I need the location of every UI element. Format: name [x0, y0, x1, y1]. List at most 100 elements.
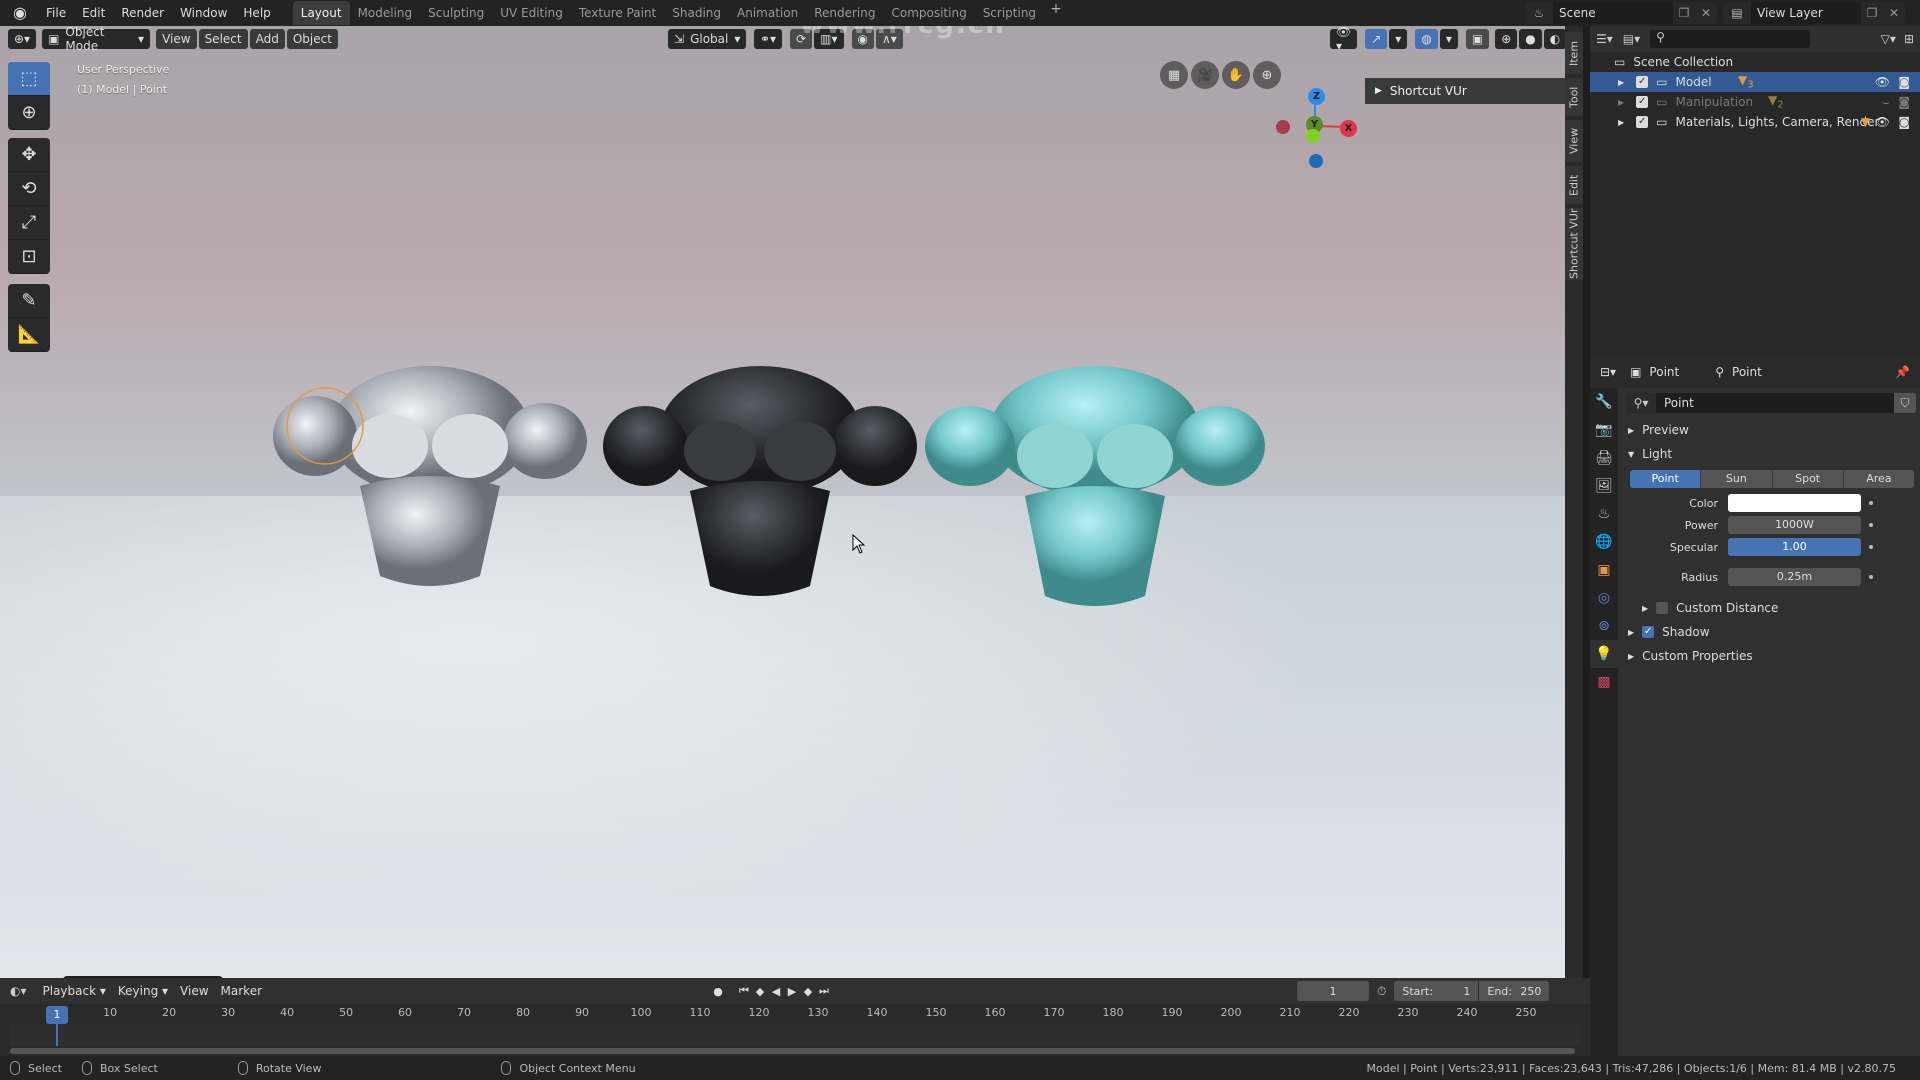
pan-view-hand-icon[interactable]: ✋: [1222, 61, 1250, 89]
add-workspace-button[interactable]: +: [1044, 1, 1068, 25]
menu-render[interactable]: Render: [113, 0, 172, 26]
expand-arrow-icon[interactable]: ▶: [1618, 78, 1624, 87]
menu-help[interactable]: Help: [235, 0, 278, 26]
tool-tab-icon[interactable]: 🔧: [1590, 388, 1618, 416]
render-tab-icon[interactable]: 📷: [1590, 416, 1618, 444]
display-mode-icon[interactable]: ▤▾: [1623, 32, 1640, 46]
auto-keying-record-icon[interactable]: ●: [710, 985, 726, 998]
timeline-editor-type-icon[interactable]: ◐▾: [10, 984, 27, 998]
sidebar-tab-view[interactable]: View: [1565, 120, 1583, 162]
preview-panel-header[interactable]: ▶ Preview: [1622, 418, 1920, 442]
jump-to-start-icon[interactable]: ⏮: [736, 984, 752, 998]
annotate-tool-icon[interactable]: ✎: [8, 284, 50, 318]
camera-render-icon[interactable]: ◙: [1898, 95, 1910, 109]
tab-compositing[interactable]: Compositing: [883, 1, 974, 25]
light-type-area[interactable]: Area: [1843, 470, 1914, 488]
exclude-checkbox[interactable]: ✓: [1636, 76, 1649, 88]
new-scene-icon[interactable]: ❐: [1673, 6, 1695, 20]
playback-menu[interactable]: Playback ▾: [37, 984, 112, 998]
output-tab-icon[interactable]: 🖨: [1590, 444, 1618, 472]
new-collection-icon[interactable]: ⊞: [1904, 32, 1914, 46]
view-layer-icon[interactable]: ▤: [1723, 6, 1751, 20]
pivot-point-dropdown[interactable]: ⚭▾: [754, 29, 783, 49]
marker-menu[interactable]: Marker: [215, 984, 268, 998]
select-menu[interactable]: Select: [198, 29, 248, 49]
exclude-checkbox[interactable]: ✓: [1636, 96, 1649, 108]
light-data-tab-icon[interactable]: 💡: [1590, 640, 1618, 668]
wireframe-shading-button[interactable]: ⊕: [1495, 29, 1518, 49]
tab-animation[interactable]: Animation: [729, 1, 806, 25]
timeline-track-area[interactable]: [10, 1024, 1580, 1046]
scene-tab-icon[interactable]: ♨: [1590, 500, 1618, 528]
custom-properties-panel-header[interactable]: ▶ Custom Properties: [1622, 644, 1920, 668]
expand-arrow-icon[interactable]: ▶: [1618, 118, 1624, 127]
gizmo-toggle[interactable]: ↗: [1365, 29, 1388, 49]
constraints-tab-icon[interactable]: ⊚: [1590, 612, 1618, 640]
pin-icon[interactable]: 📌: [1895, 365, 1910, 379]
camera-view-icon[interactable]: 🎥: [1191, 61, 1219, 89]
gizmo-neg-z-axis[interactable]: [1309, 154, 1323, 168]
tab-scripting[interactable]: Scripting: [975, 1, 1044, 25]
add-menu[interactable]: Add: [249, 29, 285, 49]
timeline-ruler[interactable]: 10 20 30 40 50 60 70 80 90 100 110 120 130 140 150 160 1…: [0, 1004, 1590, 1024]
move-tool-icon[interactable]: ✥: [8, 138, 50, 172]
mode-dropdown[interactable]: ▣ Object Mode ▾: [42, 26, 151, 53]
material-shading-button[interactable]: ◐: [1543, 29, 1565, 49]
color-field[interactable]: [1728, 494, 1861, 512]
exclude-checkbox[interactable]: ✓: [1636, 116, 1649, 128]
view-layer-name-field[interactable]: View Layer: [1751, 2, 1861, 24]
filter-icon[interactable]: ▽▾: [1881, 32, 1896, 46]
object-type-visibility-dropdown[interactable]: 👁▾: [1330, 26, 1358, 53]
end-frame-field[interactable]: End: 250: [1479, 981, 1550, 1001]
editor-type-button[interactable]: ⊕▾: [8, 29, 37, 49]
gizmo-neg-x-axis[interactable]: [1276, 120, 1290, 134]
scene-icon[interactable]: ♨: [1525, 6, 1553, 20]
rotate-tool-icon[interactable]: ⟲: [8, 172, 50, 206]
overlays-dropdown[interactable]: ▾: [1439, 29, 1458, 49]
outliner-search-input[interactable]: ⚲: [1650, 30, 1811, 48]
overlays-toggle[interactable]: ◍: [1415, 29, 1438, 49]
chrome-monkey-mesh[interactable]: [270, 346, 590, 606]
light-type-sun[interactable]: Sun: [1701, 470, 1773, 488]
radius-field[interactable]: 0.25m: [1728, 568, 1861, 586]
light-type-point[interactable]: Point: [1630, 470, 1702, 488]
play-reverse-icon[interactable]: ◀: [768, 985, 784, 998]
texture-tab-icon[interactable]: ▩: [1590, 668, 1618, 696]
object-menu[interactable]: Object: [286, 29, 338, 49]
camera-render-icon[interactable]: ◙: [1898, 75, 1910, 89]
keyframe-dot-icon[interactable]: [1869, 501, 1873, 505]
object-tab-icon[interactable]: ▣: [1590, 556, 1618, 584]
jump-to-end-icon[interactable]: ⏭: [816, 984, 832, 998]
tab-rendering[interactable]: Rendering: [806, 1, 883, 25]
specular-field[interactable]: 1.00: [1728, 538, 1861, 556]
power-field[interactable]: 1000W: [1728, 516, 1861, 534]
light-browse-icon[interactable]: ⚲▾: [1626, 393, 1656, 413]
prev-keyframe-icon[interactable]: ◆: [752, 985, 768, 998]
tab-layout[interactable]: Layout: [292, 1, 350, 25]
sidebar-tab-edit[interactable]: Edit: [1565, 166, 1583, 204]
3d-viewport[interactable]: ⊕▾ ▣ Object Mode ▾ View Select Add Objec…: [0, 26, 1565, 978]
sidebar-tab-shortcut-vur[interactable]: Shortcut VUr: [1565, 208, 1583, 280]
xray-toggle[interactable]: ▣: [1465, 29, 1490, 49]
start-frame-field[interactable]: Start: 1: [1394, 981, 1479, 1001]
blender-logo-icon[interactable]: ◉: [8, 1, 32, 25]
tab-modeling[interactable]: Modeling: [350, 1, 421, 25]
keying-menu[interactable]: Keying ▾: [112, 984, 174, 998]
eye-closed-icon[interactable]: ⌣: [1882, 95, 1890, 110]
stopwatch-icon[interactable]: ⏱: [1377, 984, 1386, 999]
camera-render-icon[interactable]: ◙: [1898, 115, 1910, 129]
tab-shading[interactable]: Shading: [664, 1, 729, 25]
outliner-row-materials[interactable]: ▶ ✓ ▭ Materials, Lights, Camera, Render …: [1590, 112, 1920, 132]
keyframe-dot-icon[interactable]: [1869, 545, 1873, 549]
current-frame-field[interactable]: 1: [1297, 981, 1369, 1001]
scene-collection-row[interactable]: ▭ Scene Collection: [1590, 52, 1920, 72]
menu-window[interactable]: Window: [172, 0, 235, 26]
custom-distance-checkbox[interactable]: [1656, 602, 1669, 614]
gizmo-neg-y-axis[interactable]: [1306, 129, 1320, 143]
scene-name-field[interactable]: Scene: [1553, 2, 1673, 24]
new-view-layer-icon[interactable]: ❐: [1861, 6, 1883, 20]
shadow-checkbox[interactable]: ✓: [1642, 626, 1655, 638]
transform-tool-icon[interactable]: ⊡: [8, 240, 50, 274]
tab-sculpting[interactable]: Sculpting: [420, 1, 492, 25]
light-name-field[interactable]: Point: [1656, 393, 1894, 413]
